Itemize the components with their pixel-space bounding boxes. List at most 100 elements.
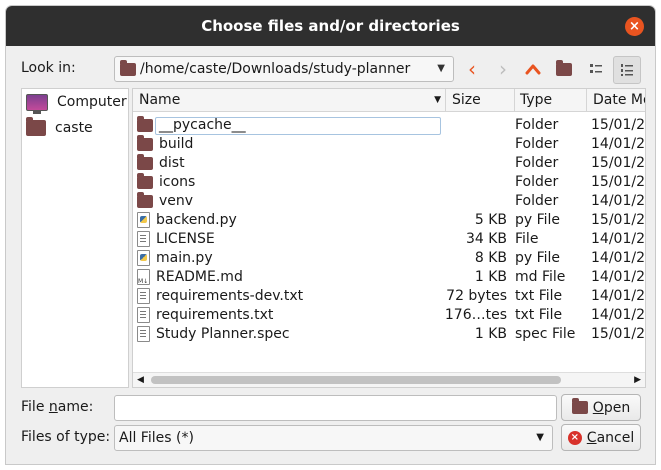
sidebar-item-caste[interactable]: caste xyxy=(22,115,128,141)
file-type: spec File xyxy=(515,326,576,342)
detail-view-button[interactable] xyxy=(613,56,641,84)
file-date: 15/01/2 xyxy=(591,326,645,342)
column-header-row: Name ▼ Size Type Date Mo xyxy=(133,89,645,112)
file-size: 176…tes xyxy=(444,307,507,323)
sidebar-item-label: caste xyxy=(55,120,93,136)
files-of-type-combo[interactable]: All Files (*) ▼ xyxy=(114,425,553,451)
file-row[interactable]: __pycache__ Folder 15/01/2 xyxy=(133,116,645,135)
file-row[interactable]: requirements-dev.txt 72 bytes txt File 14/0… xyxy=(133,287,645,306)
title-bar: Choose files and/or directories × xyxy=(6,6,655,46)
file-type: File xyxy=(515,231,539,247)
file-name: Study Planner.spec xyxy=(156,326,290,342)
file-name: icons xyxy=(159,174,196,190)
parent-directory-button[interactable] xyxy=(520,56,546,82)
list-view-icon xyxy=(590,64,602,73)
close-button[interactable]: × xyxy=(625,17,644,36)
file-name-cell: build xyxy=(137,135,437,154)
text-file-icon xyxy=(137,307,150,323)
file-row[interactable]: venv Folder 14/01/2 xyxy=(133,192,645,211)
column-header-date-label: Date Mo xyxy=(593,92,646,108)
look-in-row: Look in: /home/caste/Downloads/study-pla… xyxy=(6,56,655,84)
file-name-cell: dist xyxy=(137,154,437,173)
file-type: py File xyxy=(515,250,561,266)
column-header-size[interactable]: Size xyxy=(446,89,515,111)
file-type: Folder xyxy=(515,155,559,171)
file-row[interactable]: build Folder 14/01/2 xyxy=(133,135,645,154)
file-size: 8 KB xyxy=(474,250,507,266)
file-date: 14/01/2 xyxy=(591,307,645,323)
folder-icon xyxy=(26,117,46,136)
file-size xyxy=(443,173,507,192)
file-row[interactable]: icons Folder 15/01/2 xyxy=(133,173,645,192)
scrollbar-thumb[interactable] xyxy=(151,376,561,384)
file-type: py File xyxy=(515,212,561,228)
file-name: main.py xyxy=(156,250,213,266)
file-type: Folder xyxy=(515,117,559,133)
open-button[interactable]: Open xyxy=(561,394,641,421)
new-folder-button[interactable] xyxy=(551,56,577,82)
file-name-cell: main.py xyxy=(137,249,437,268)
back-button[interactable]: ‹ xyxy=(459,56,485,82)
file-date: 14/01/2 xyxy=(591,231,645,247)
scroll-left-icon[interactable]: ◀ xyxy=(137,373,144,387)
column-header-size-label: Size xyxy=(452,92,481,108)
up-arrow-icon xyxy=(525,64,541,75)
file-size: 1 KB xyxy=(474,326,507,342)
file-date: 14/01/2 xyxy=(591,250,645,266)
forward-button[interactable]: › xyxy=(490,56,516,82)
file-type: txt File xyxy=(515,307,563,323)
text-file-icon xyxy=(137,288,150,304)
file-row[interactable]: dist Folder 15/01/2 xyxy=(133,154,645,173)
markdown-file-icon xyxy=(137,269,150,287)
places-sidebar: Computer caste xyxy=(21,88,129,388)
file-name-cell: icons xyxy=(137,173,437,192)
file-row[interactable]: backend.py 5 KB py File 15/01/2 xyxy=(133,211,645,230)
folder-icon xyxy=(137,192,153,208)
column-header-name[interactable]: Name ▼ xyxy=(133,89,446,111)
files-of-type-value: All Files (*) xyxy=(119,430,194,446)
file-name-input[interactable] xyxy=(114,395,557,421)
python-file-icon xyxy=(137,212,150,228)
column-header-type[interactable]: Type xyxy=(514,89,587,111)
file-size xyxy=(443,116,507,135)
file-name: requirements-dev.txt xyxy=(156,288,304,304)
chevron-down-icon: ▼ xyxy=(536,432,544,443)
back-arrow-icon: ‹ xyxy=(468,57,476,81)
file-row[interactable]: main.py 8 KB py File 14/01/2 xyxy=(133,249,645,268)
sidebar-item-computer[interactable]: Computer xyxy=(22,89,128,115)
scroll-right-icon[interactable]: ▶ xyxy=(634,373,641,387)
detail-view-icon xyxy=(621,64,633,76)
file-name: requirements.txt xyxy=(156,307,274,323)
file-name: __pycache__ xyxy=(159,117,246,133)
file-row[interactable]: Study Planner.spec 1 KB spec File 15/01/2 xyxy=(133,325,645,344)
file-size xyxy=(443,192,507,211)
folder-icon xyxy=(137,173,153,189)
file-row[interactable]: README.md 1 KB md File 14/01/2 xyxy=(133,268,645,287)
file-date: 14/01/2 xyxy=(591,193,645,209)
folder-icon xyxy=(120,59,136,76)
file-type: md File xyxy=(515,269,566,285)
sidebar-item-label: Computer xyxy=(57,94,127,110)
file-row[interactable]: requirements.txt 176…tes txt File 14/01/2 xyxy=(133,306,645,325)
file-name-label: File name: xyxy=(21,399,94,415)
folder-icon xyxy=(137,135,153,151)
horizontal-scrollbar[interactable]: ◀ ▶ xyxy=(133,372,645,387)
file-type: txt File xyxy=(515,288,563,304)
file-date: 15/01/2 xyxy=(591,174,645,190)
folder-icon xyxy=(571,398,588,414)
forward-arrow-icon: › xyxy=(499,57,507,81)
file-date: 15/01/2 xyxy=(591,155,645,171)
file-name-cell: backend.py xyxy=(137,211,437,230)
look-in-combo[interactable]: /home/caste/Downloads/study-planner ▼ xyxy=(114,56,454,82)
chevron-down-icon: ▼ xyxy=(437,63,445,74)
sort-down-icon: ▼ xyxy=(434,95,441,105)
file-name: dist xyxy=(159,155,185,171)
list-view-button[interactable] xyxy=(583,56,609,82)
file-date: 14/01/2 xyxy=(591,288,645,304)
file-type: Folder xyxy=(515,174,559,190)
file-date: 15/01/2 xyxy=(591,212,645,228)
cancel-button[interactable]: × Cancel xyxy=(561,424,641,451)
column-header-date[interactable]: Date Mo xyxy=(587,89,646,111)
file-row[interactable]: LICENSE 34 KB File 14/01/2 xyxy=(133,230,645,249)
file-size: 5 KB xyxy=(474,212,507,228)
